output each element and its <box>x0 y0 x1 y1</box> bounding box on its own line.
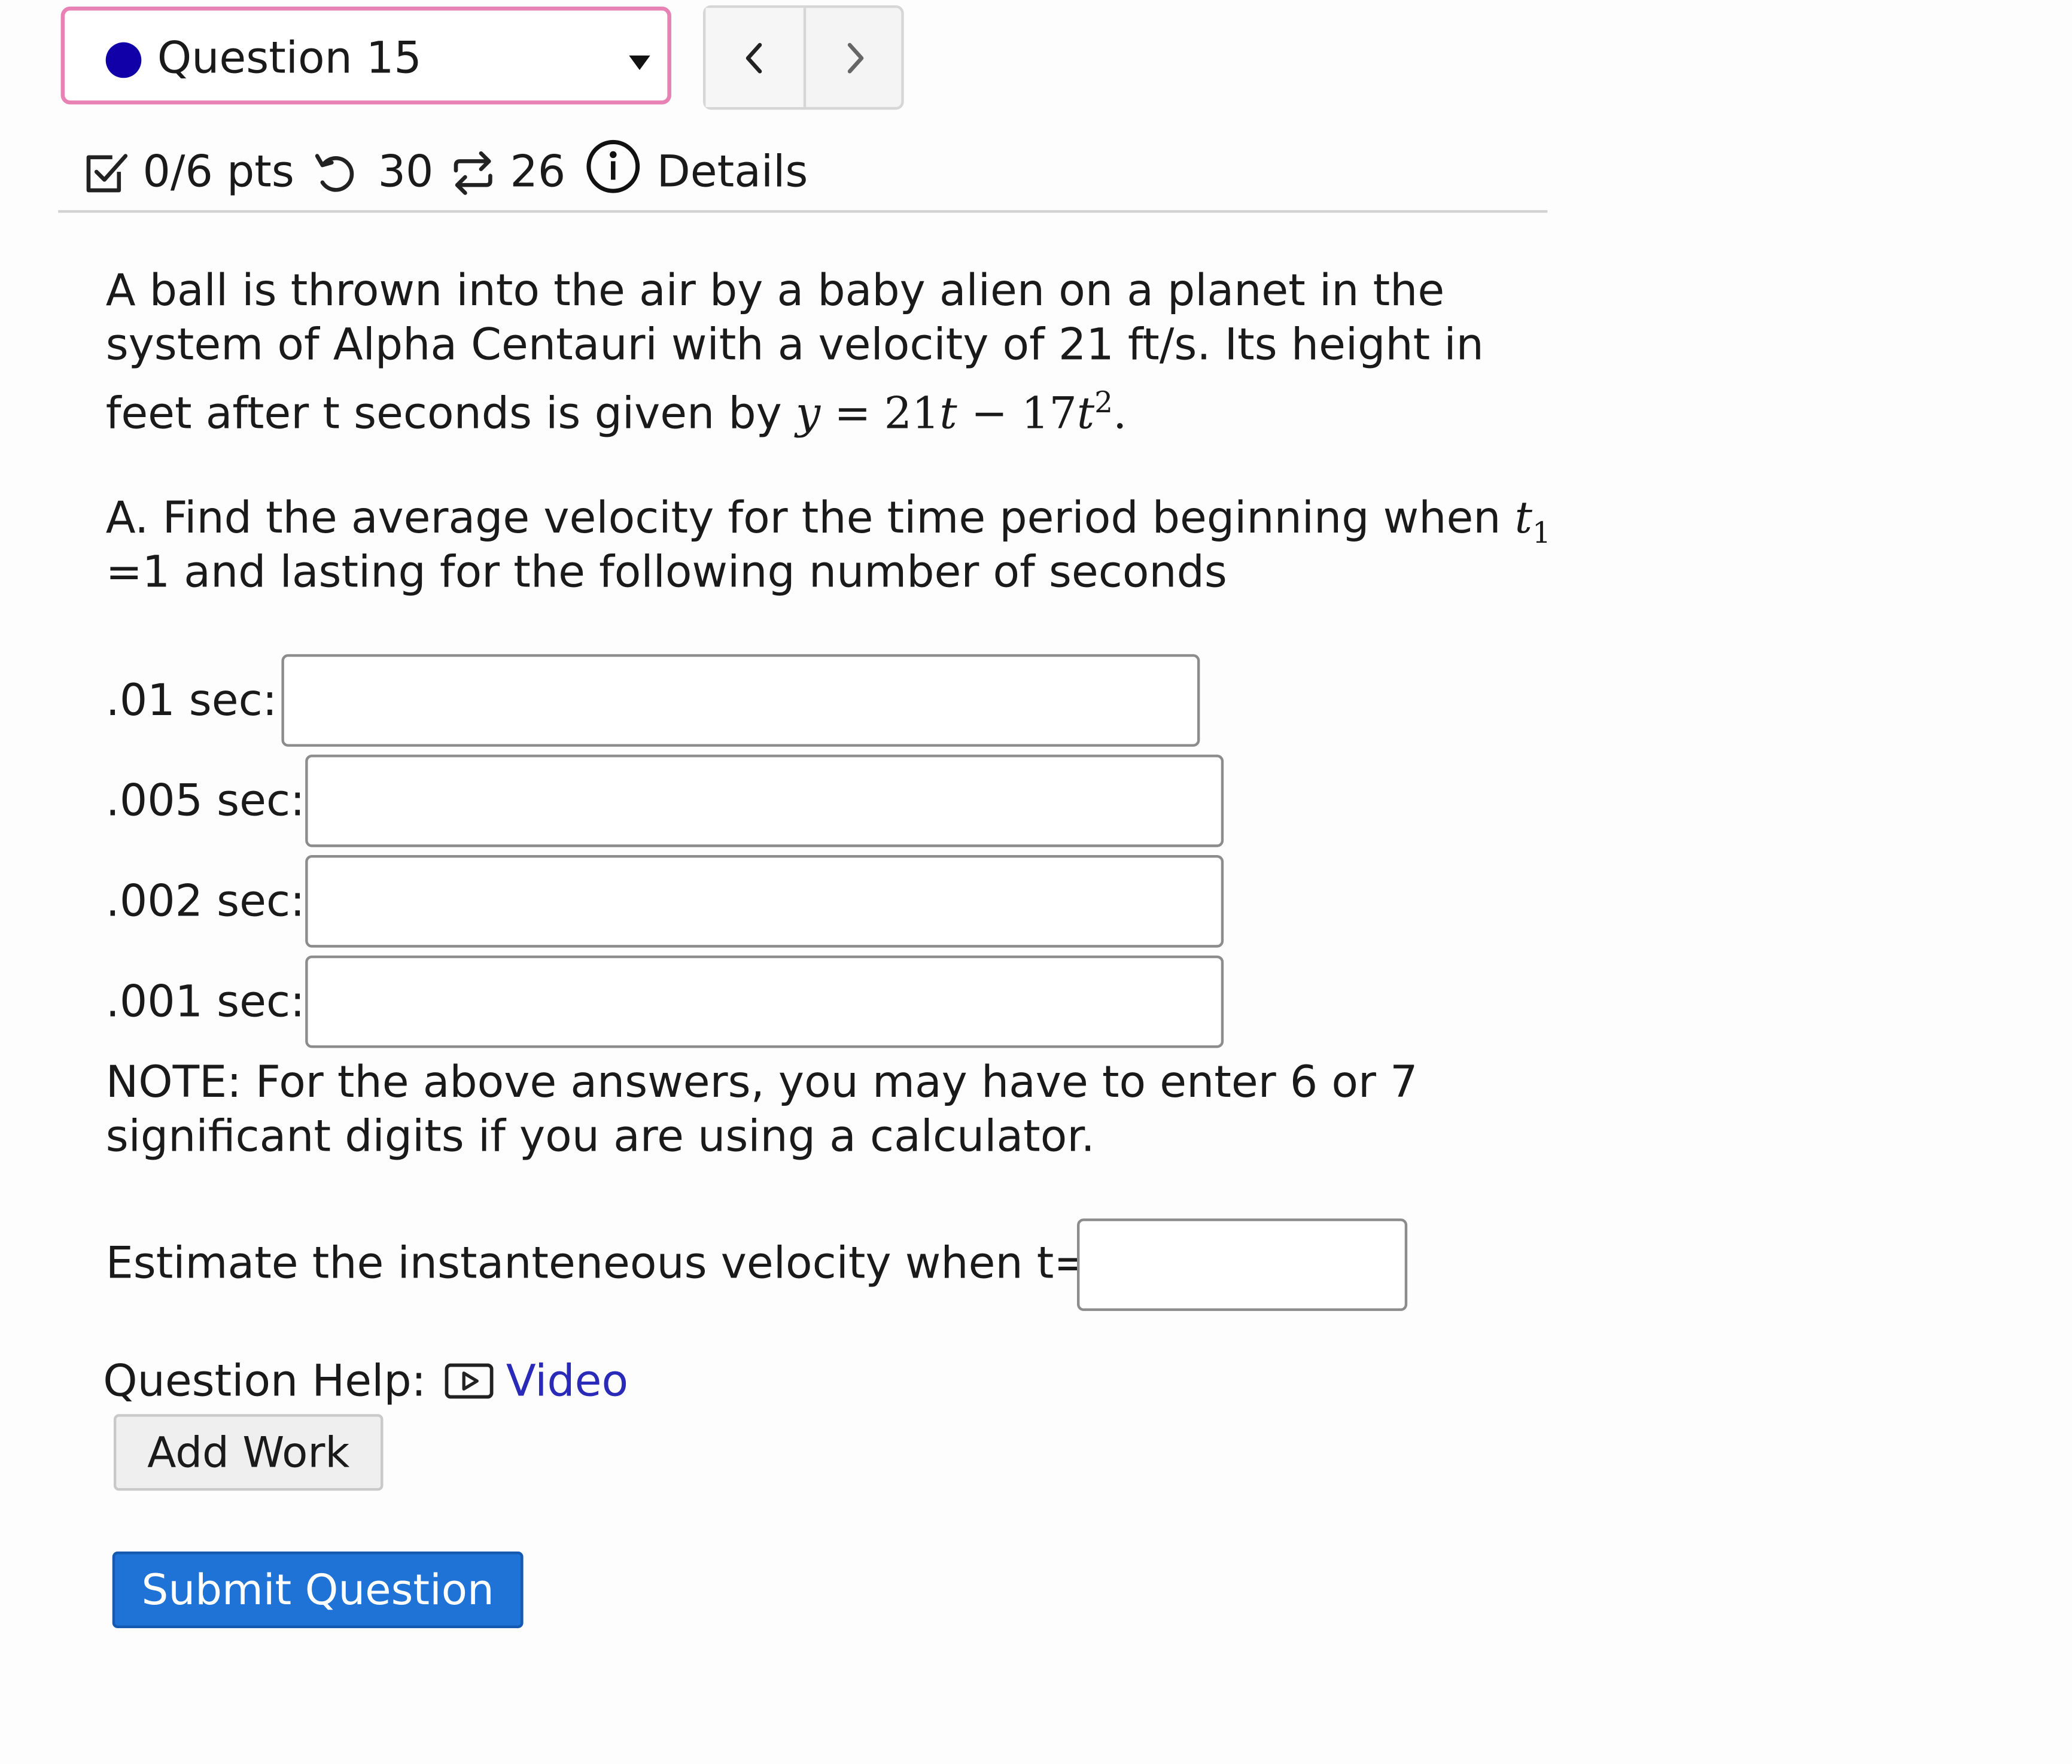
retry-icon <box>454 151 492 195</box>
checkbox-icon <box>86 154 128 193</box>
equation-coef-17: 17 <box>1021 387 1077 439</box>
undo-icon <box>315 154 354 192</box>
answer-label-0002: .002 sec: <box>105 875 305 927</box>
problem-line-3-text: feet after t seconds is given by <box>105 387 782 439</box>
answer-input-0001[interactable] <box>305 955 1224 1048</box>
details-link[interactable]: Details <box>657 145 808 198</box>
points-score: 0/6 pts <box>142 145 294 197</box>
add-work-button[interactable]: Add Work <box>113 1414 384 1491</box>
question-selector-label: Question 15 <box>157 32 422 84</box>
info-icon[interactable] <box>585 139 641 194</box>
answer-input-0005[interactable] <box>305 755 1224 847</box>
answer-label-0005: .005 sec: <box>105 774 305 826</box>
problem-line-1: A ball is thrown into the air by a baby … <box>105 264 1445 316</box>
problem-line-2: system of Alpha Centauri with a velocity… <box>105 318 1484 370</box>
note-line-1: NOTE: For the above answers, you may hav… <box>105 1056 1418 1108</box>
question-nav <box>702 5 904 110</box>
equation-minus: − <box>970 387 1008 439</box>
previous-question-button[interactable] <box>705 8 807 107</box>
t1-symbol: t <box>1514 491 1532 543</box>
question-selector[interactable]: Question 15 <box>60 7 671 105</box>
part-a-line-2: =1 and lasting for the following number … <box>105 546 1227 598</box>
video-icon[interactable] <box>444 1361 494 1401</box>
problem-line-3: feet after t seconds is given by y = 21t … <box>106 376 1507 440</box>
answer-input-0002[interactable] <box>305 854 1224 948</box>
answer-input-001[interactable] <box>281 654 1200 747</box>
status-dot-icon <box>105 42 142 78</box>
part-a-text: A. Find the average velocity for the tim… <box>105 491 1501 543</box>
equation-coef-21: 21 <box>884 387 940 439</box>
answer-label-0001: .001 sec: <box>105 975 305 1027</box>
equation-t-squared: t <box>1076 387 1095 439</box>
equation-equals: = <box>834 387 871 439</box>
chevron-left-icon <box>746 42 762 73</box>
equation-y: y <box>796 387 821 439</box>
video-link[interactable]: Video <box>506 1355 628 1407</box>
answer-label-001: .01 sec: <box>105 674 278 726</box>
chevron-right-icon <box>847 42 864 73</box>
question-help-label: Question Help: <box>103 1354 427 1406</box>
equation-period: . <box>1113 387 1127 439</box>
t1-subscript: 1 <box>1532 517 1551 551</box>
header-divider <box>58 210 1548 213</box>
attempts-count: 30 <box>378 145 434 197</box>
next-question-button[interactable] <box>806 8 903 107</box>
submit-question-button[interactable]: Submit Question <box>112 1551 524 1628</box>
equation-t: t <box>939 387 957 439</box>
instant-velocity-label: Estimate the instanteneous velocity when… <box>105 1237 1133 1289</box>
retries-count: 26 <box>510 145 566 197</box>
caret-down-icon <box>629 55 650 71</box>
instant-velocity-input[interactable] <box>1077 1218 1408 1311</box>
note-line-2: significant digits if you are using a ca… <box>105 1110 1095 1162</box>
equation-exponent: 2 <box>1094 387 1113 421</box>
